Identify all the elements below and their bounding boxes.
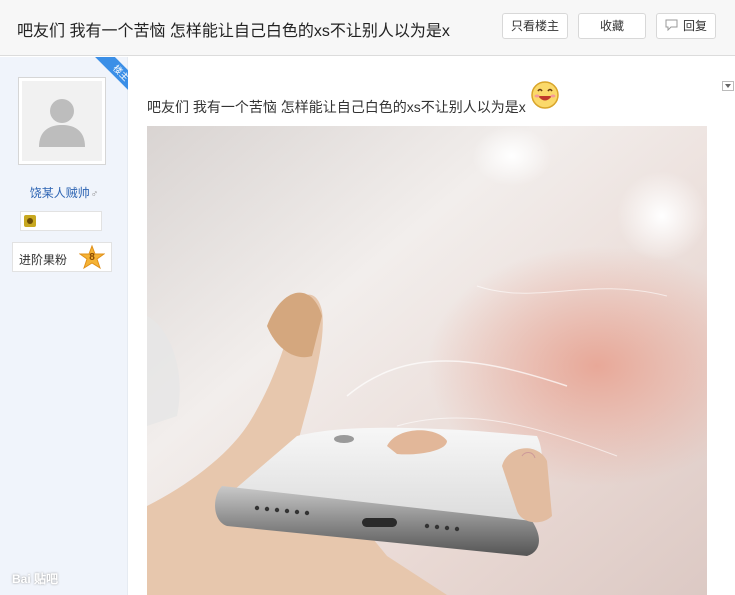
- post-image[interactable]: [147, 126, 707, 595]
- phone-photo: [147, 126, 707, 595]
- thread-header: 吧友们 我有一个苦恼 怎样能让自己白色的xs不让别人以为是x 只看楼主 收藏 回…: [0, 0, 735, 56]
- level-number: 8: [89, 252, 95, 263]
- reply-button-label: 回复: [682, 19, 707, 33]
- male-icon: ♂: [90, 189, 99, 200]
- op-ribbon: 楼主: [88, 57, 128, 97]
- smile-emoji-icon: [530, 80, 560, 110]
- medal-icon: [24, 215, 36, 227]
- favorite-button[interactable]: 收藏: [578, 13, 646, 39]
- level-name: 进阶果粉: [19, 253, 68, 267]
- username-line: 饶某人贼帅♂: [0, 184, 128, 201]
- reply-button[interactable]: 回复: [656, 13, 716, 39]
- image-watermark: Bai 贴吧: [12, 572, 59, 586]
- level-box[interactable]: 进阶果粉 8: [12, 242, 112, 272]
- only-op-button[interactable]: 只看楼主: [502, 13, 568, 39]
- username-link[interactable]: 饶某人贼帅: [30, 186, 90, 200]
- level-star-icon: 8: [78, 244, 106, 271]
- post-text: 吧友们 我有一个苦恼 怎样能让自己白色的xs不让别人以为是x: [147, 99, 526, 115]
- medal-box[interactable]: [20, 211, 102, 231]
- default-avatar-icon: [39, 99, 85, 147]
- thread-title: 吧友们 我有一个苦恼 怎样能让自己白色的xs不让别人以为是x: [17, 23, 450, 40]
- comment-icon: [665, 15, 678, 39]
- post-menu-icon[interactable]: [722, 81, 734, 91]
- author-panel: 楼主 饶某人贼帅♂ 进阶果粉 8: [0, 57, 128, 595]
- op-badge: 楼主: [91, 57, 128, 97]
